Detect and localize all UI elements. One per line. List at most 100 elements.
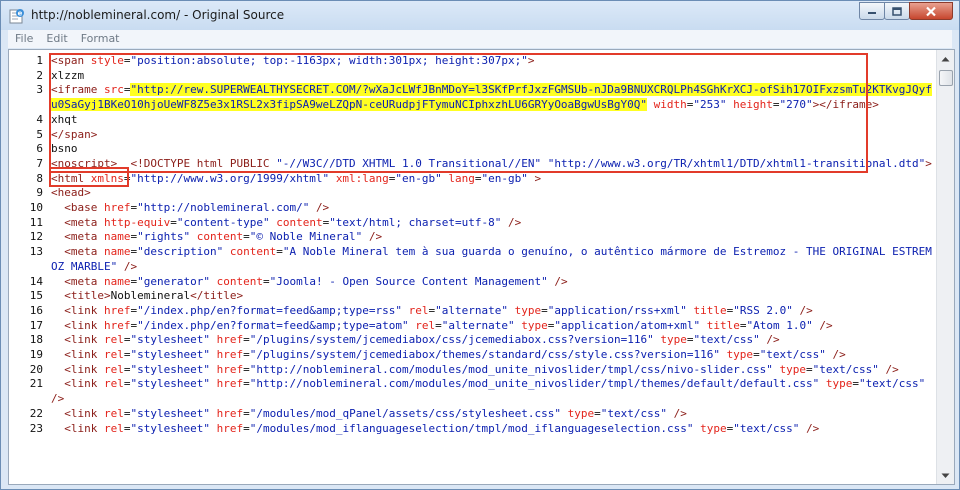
code-token: <head> bbox=[51, 186, 91, 200]
code-token: /> bbox=[885, 362, 899, 376]
code-token: = bbox=[123, 333, 131, 347]
code-token: <link bbox=[64, 406, 104, 420]
code-token: = bbox=[806, 362, 813, 376]
code-token: rel bbox=[104, 362, 124, 376]
code-token: rel bbox=[104, 406, 124, 420]
code-token: name bbox=[104, 230, 131, 244]
code-token: "application/atom+xml" bbox=[554, 318, 701, 332]
scroll-down-arrow-icon bbox=[941, 473, 950, 478]
code-token: href bbox=[216, 362, 244, 376]
code-token: rel bbox=[104, 377, 124, 391]
scroll-up-button[interactable] bbox=[937, 50, 954, 67]
code-line: 14 <meta name="generator" content="Jooml… bbox=[30, 274, 937, 290]
code-token: /> bbox=[368, 230, 383, 244]
code-token: type bbox=[726, 348, 754, 362]
menu-edit[interactable]: Edit bbox=[39, 30, 73, 45]
code-token: = bbox=[123, 421, 131, 435]
code-token: /> bbox=[766, 333, 780, 347]
code-token: href bbox=[216, 377, 244, 391]
code-token: = bbox=[123, 406, 131, 420]
title-bar[interactable]: e http://noblemineral.com/ - Original So… bbox=[1, 1, 959, 30]
code-line: 23 <link rel="stylesheet" href="/modules… bbox=[30, 421, 937, 437]
code-token: /> bbox=[315, 201, 330, 215]
code-token: type bbox=[514, 303, 542, 317]
code-token: "stylesheet" bbox=[130, 406, 210, 420]
line-number: 4 bbox=[36, 112, 43, 126]
code-token: "text/css" bbox=[859, 377, 926, 391]
code-token: href bbox=[216, 421, 244, 435]
menu-format[interactable]: Format bbox=[74, 30, 126, 45]
code-token: "stylesheet" bbox=[130, 421, 210, 435]
line-number: 6 bbox=[36, 142, 43, 156]
menu-file[interactable]: File bbox=[8, 30, 39, 45]
code-token: type bbox=[567, 406, 595, 420]
close-icon bbox=[926, 6, 936, 16]
menu-bar: File Edit Format bbox=[8, 30, 952, 48]
code-token: <base bbox=[64, 201, 104, 215]
code-token: "stylesheet" bbox=[130, 333, 210, 347]
code-token: /> bbox=[123, 259, 138, 273]
code-token: "http://www.w3.org/1999/xhtml" bbox=[130, 171, 330, 185]
caption-buttons bbox=[859, 2, 953, 21]
code-token: "text/css" bbox=[759, 348, 826, 362]
scrollbar-thumb[interactable] bbox=[939, 70, 953, 86]
code-token: href bbox=[216, 406, 244, 420]
code-token: lang bbox=[448, 171, 475, 185]
code-token: name bbox=[104, 245, 131, 259]
code-token: = bbox=[276, 245, 283, 259]
code-token: http-equiv bbox=[104, 215, 171, 229]
vertical-scrollbar[interactable] bbox=[936, 50, 954, 484]
line-number: 21 bbox=[29, 377, 43, 391]
line-number: 3 bbox=[36, 83, 43, 97]
line-number: 12 bbox=[29, 230, 43, 244]
code-token: "/modules/mod_qPanel/assets/css/styleshe… bbox=[249, 406, 561, 420]
code-token: /> bbox=[799, 303, 813, 317]
maximize-button[interactable] bbox=[884, 2, 910, 20]
line-number: 16 bbox=[29, 303, 43, 317]
code-line: 21 <link rel="stylesheet" href="http://n… bbox=[30, 377, 937, 406]
minimize-button[interactable] bbox=[859, 2, 885, 20]
code-token: "alternate" bbox=[441, 318, 515, 332]
scroll-down-button[interactable] bbox=[937, 467, 954, 484]
code-line: 10 <base href="http://noblemineral.com/"… bbox=[30, 201, 937, 216]
code-line: 19 <link rel="stylesheet" href="/plugins… bbox=[30, 348, 937, 363]
code-line: 22 <link rel="stylesheet" href="/modules… bbox=[30, 406, 937, 422]
code-token: rel bbox=[408, 303, 429, 317]
code-token: "application/rss+xml" bbox=[547, 303, 687, 317]
code-token: <meta bbox=[64, 245, 104, 259]
code-token: "text/css" bbox=[693, 333, 760, 347]
code-line: 12 <meta name="rights" content="© Noble … bbox=[30, 230, 937, 245]
code-token: = bbox=[123, 362, 131, 376]
source-code-view[interactable]: 1 <span style="position:absolute; top:-11… bbox=[8, 49, 955, 485]
line-number: 1 bbox=[36, 54, 43, 67]
code-token: > bbox=[534, 171, 542, 185]
code-token: type bbox=[700, 421, 727, 435]
line-number: 20 bbox=[29, 362, 43, 376]
code-token: > bbox=[925, 156, 932, 170]
code-token: "Joomla! - Open Source Content Managemen… bbox=[269, 274, 548, 288]
code-token: "rights" bbox=[137, 230, 191, 244]
code-token: "http://noblemineral.com/modules/mod_uni… bbox=[249, 362, 773, 376]
line-number: 9 bbox=[36, 186, 43, 200]
close-button[interactable] bbox=[909, 2, 953, 20]
code-token: name bbox=[104, 274, 131, 288]
code-token: "RSS 2.0" bbox=[733, 303, 793, 317]
